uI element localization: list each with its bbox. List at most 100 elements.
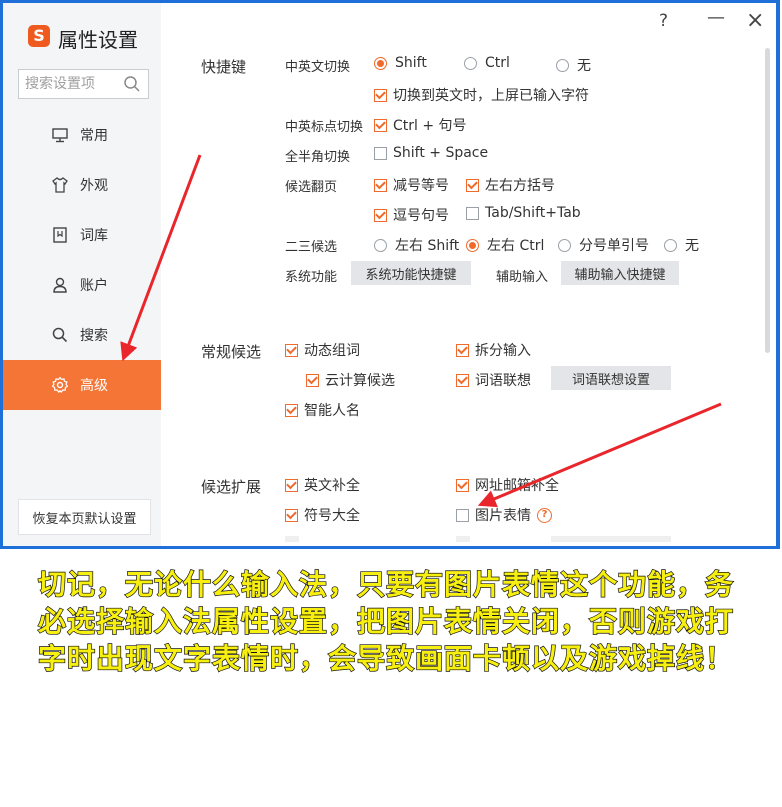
cut-off-button	[551, 536, 671, 542]
radio-icon	[558, 238, 571, 252]
punct-switch-label: 中英标点切换	[285, 120, 364, 135]
checkbox-tab-shift-tab[interactable]: Tab/Shift+Tab	[466, 205, 581, 221]
word-assoc-settings-button[interactable]: 词语联想设置	[551, 366, 671, 390]
radio-icon	[556, 58, 569, 72]
checkbox-url-email[interactable]: 网址邮箱补全	[456, 475, 559, 495]
reset-defaults-button[interactable]: 恢复本页默认设置	[18, 499, 151, 535]
checkbox-icon	[456, 343, 469, 357]
checkbox-minus-equal[interactable]: 减号等号	[374, 175, 449, 195]
checkbox-icon	[285, 478, 298, 492]
checkbox-icon	[374, 208, 387, 222]
radio-icon	[464, 56, 477, 70]
help-icon[interactable]: ?	[537, 507, 552, 523]
checkbox-split-input[interactable]: 拆分输入	[456, 340, 531, 360]
radio-icon	[374, 56, 387, 70]
radio-cn-en-ctrl[interactable]: Ctrl	[464, 55, 510, 71]
checkbox-smart-name[interactable]: 智能人名	[285, 400, 360, 420]
checkbox-icon	[456, 373, 469, 387]
aux-input-label: 辅助输入	[496, 270, 549, 285]
candidate-23-label: 二三候选	[285, 240, 338, 255]
checkbox-icon	[306, 373, 319, 387]
user-icon	[50, 275, 70, 295]
option-label: 逗号句号	[393, 208, 449, 224]
sidebar: S 属性设置 常用 外观	[3, 3, 161, 546]
checkbox-punct-ctrl-period[interactable]: Ctrl + 句号	[374, 115, 467, 135]
sidebar-item-label: 词库	[80, 228, 108, 244]
checkbox-shift-space[interactable]: Shift + Space	[374, 145, 488, 161]
sidebar-item-advanced[interactable]: 高级	[3, 360, 161, 410]
option-label: 左右方括号	[485, 178, 555, 194]
option-label: Ctrl	[485, 55, 510, 71]
radio-cn-en-shift[interactable]: Shift	[374, 55, 427, 71]
checkbox-icon	[285, 403, 298, 417]
sidebar-item-appearance[interactable]: 外观	[3, 160, 161, 210]
option-label: Shift	[395, 55, 427, 71]
window-frame: S 属性设置 常用 外观	[0, 0, 780, 549]
radio-semicolon-quote[interactable]: 分号单引号	[558, 235, 649, 255]
search-icon[interactable]	[123, 75, 141, 97]
checkbox-icon	[466, 206, 479, 220]
checkbox-word-assoc[interactable]: 词语联想	[456, 370, 531, 390]
checkbox-dynamic-phrase[interactable]: 动态组词	[285, 340, 360, 360]
option-label: Ctrl + 句号	[393, 118, 467, 134]
option-label: 无	[577, 58, 591, 74]
section-title-general: 常规候选	[201, 343, 262, 361]
option-label: 符号大全	[304, 508, 360, 524]
radio-lr-ctrl[interactable]: 左右 Ctrl	[466, 235, 544, 255]
option-label: 动态组词	[304, 343, 360, 359]
settings-window: S 属性设置 常用 外观	[3, 3, 776, 546]
checkbox-icon	[456, 478, 469, 492]
sidebar-item-label: 外观	[80, 178, 108, 194]
checkbox-cloud-candidate[interactable]: 云计算候选	[306, 370, 395, 390]
search-box	[18, 69, 149, 99]
radio-cn-en-none[interactable]: 无	[556, 55, 591, 75]
option-label: 左右 Ctrl	[487, 238, 545, 254]
option-label: 切换到英文时，上屏已输入字符	[393, 88, 589, 104]
checkbox-icon	[374, 146, 387, 160]
checkbox-icon	[374, 88, 387, 102]
sogou-logo: S	[28, 25, 50, 47]
option-label: 无	[685, 238, 699, 254]
sidebar-item-search[interactable]: 搜索	[3, 310, 161, 360]
checkbox-icon	[285, 343, 298, 357]
sidebar-item-dictionary[interactable]: 词库	[3, 210, 161, 260]
cn-en-switch-label: 中英文切换	[285, 60, 351, 75]
aux-shortcut-button[interactable]: 辅助输入快捷键	[561, 261, 679, 285]
option-label: Shift + Space	[393, 145, 489, 161]
checkbox-brackets[interactable]: 左右方括号	[466, 175, 555, 195]
radio-lr-shift[interactable]: 左右 Shift	[374, 235, 459, 255]
sidebar-item-label: 搜索	[80, 328, 108, 344]
checkbox-picture-emoji[interactable]: 图片表情?	[456, 505, 552, 525]
book-icon	[50, 225, 70, 245]
cut-off-row	[285, 536, 299, 542]
search-icon	[50, 325, 70, 345]
option-label: 拆分输入	[475, 343, 531, 359]
sidebar-item-label: 账户	[80, 278, 108, 294]
search-input[interactable]	[19, 70, 125, 98]
checkbox-symbols[interactable]: 符号大全	[285, 505, 360, 525]
checkbox-comma-period[interactable]: 逗号句号	[374, 205, 449, 225]
sidebar-item-common[interactable]: 常用	[3, 110, 161, 160]
system-func-label: 系统功能	[285, 270, 338, 285]
option-label: 图片表情	[475, 508, 531, 524]
option-label: 网址邮箱补全	[475, 478, 559, 494]
option-label: 左右 Shift	[395, 238, 460, 254]
option-label: 云计算候选	[325, 373, 395, 389]
sidebar-item-label: 高级	[80, 378, 108, 394]
sidebar-item-label: 常用	[80, 128, 108, 144]
settings-content: 快捷键 中英文切换 Shift Ctrl 无 切换到英文时，上屏已输入字符 中英…	[161, 3, 776, 546]
sidebar-item-account[interactable]: 账户	[3, 260, 161, 310]
scrollbar[interactable]	[765, 48, 770, 353]
option-label: 智能人名	[304, 403, 360, 419]
section-title-shortcut: 快捷键	[201, 58, 247, 76]
page-turn-label: 候选翻页	[285, 180, 338, 195]
radio-candidate-none[interactable]: 无	[664, 235, 699, 255]
checkbox-icon	[456, 508, 469, 522]
cut-off-row	[456, 536, 470, 542]
checkbox-english-complete[interactable]: 英文补全	[285, 475, 360, 495]
system-shortcut-button[interactable]: 系统功能快捷键	[351, 261, 471, 285]
checkbox-icon	[466, 178, 479, 192]
window-title: 属性设置	[58, 28, 138, 52]
checkbox-switch-commit[interactable]: 切换到英文时，上屏已输入字符	[374, 85, 589, 105]
checkbox-icon	[374, 118, 387, 132]
